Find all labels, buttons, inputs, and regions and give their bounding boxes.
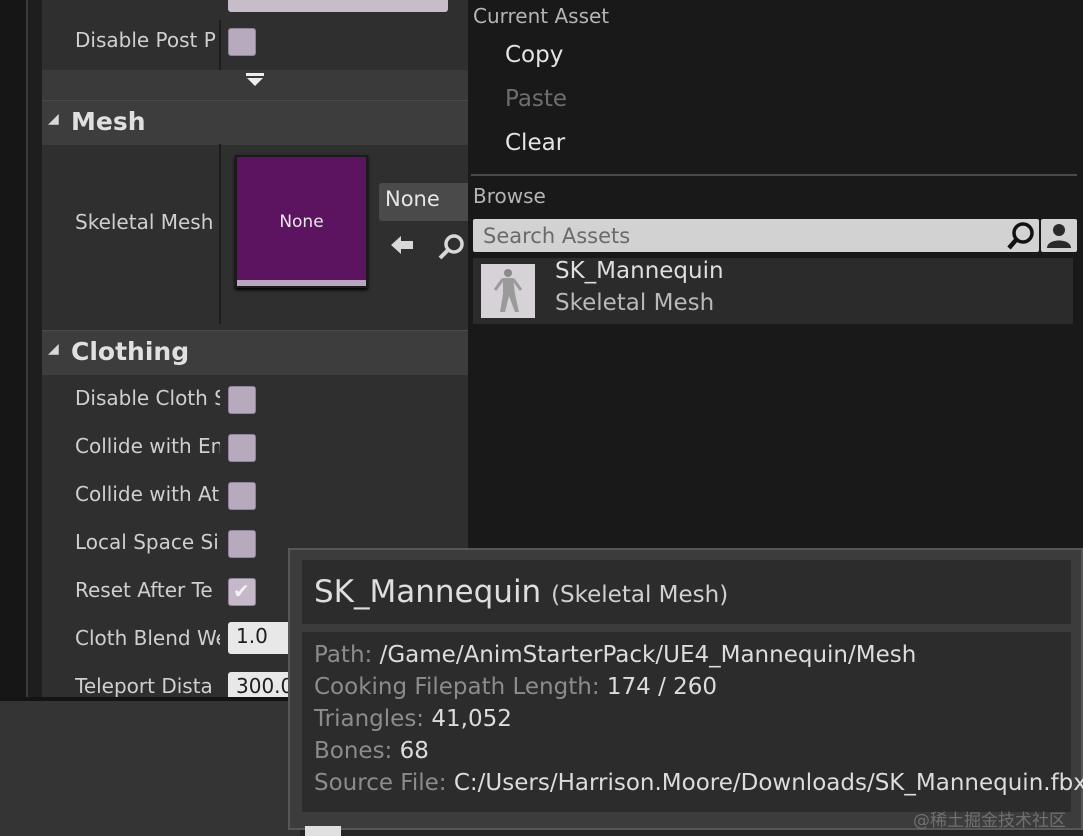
search-bar (473, 219, 1039, 252)
mesh-thumbnail[interactable]: None (235, 155, 368, 288)
info-bones: Bones: 68 (314, 738, 429, 764)
paste-menu-item[interactable]: Paste (505, 86, 567, 112)
search-input[interactable] (473, 219, 998, 252)
collapse-triangle-icon: ◢ (48, 341, 59, 357)
info-path: Path: /Game/AnimStarterPack/UE4_Mannequi… (314, 642, 917, 668)
thumbnail-label: None (279, 212, 324, 232)
asset-name: SK_Mannequin (555, 258, 724, 284)
property-label: Collide with En (75, 434, 220, 458)
search-icon[interactable] (1004, 219, 1038, 252)
property-label: Skeletal Mesh (75, 210, 214, 234)
browse-section-title: Browse (473, 184, 546, 208)
clear-menu-item[interactable]: Clear (505, 130, 565, 156)
tooltip-header: SK_Mannequin (Skeletal Mesh) (302, 560, 1071, 624)
collapse-triangle-icon: ◢ (48, 111, 59, 127)
category-title: Mesh (71, 107, 146, 136)
property-label: Teleport Dista (75, 674, 213, 697)
tooltip-asset-name: SK_Mannequin (314, 574, 542, 610)
local-space-sim-checkbox[interactable] (228, 530, 256, 558)
property-label: Collide with At (75, 482, 220, 506)
asset-result-item[interactable]: SK_Mannequin Skeletal Mesh (473, 258, 1073, 324)
column-divider (219, 20, 221, 70)
property-row-disable-cloth: Disable Cloth S (42, 376, 468, 424)
property-row-collide-attached: Collide with At (42, 472, 468, 520)
asset-type-color-bar (237, 280, 366, 286)
info-triangles: Triangles: 41,052 (314, 706, 512, 732)
disable-post-process-checkbox[interactable] (228, 28, 256, 56)
use-selected-arrow-icon[interactable] (389, 232, 415, 258)
asset-tooltip: SK_Mannequin (Skeletal Mesh) Path: /Game… (288, 548, 1083, 830)
asset-thumbnail (481, 264, 535, 318)
copy-menu-item[interactable]: Copy (505, 42, 563, 68)
property-row-disable-post-process: Disable Post P (42, 20, 468, 70)
panel-gutter (28, 0, 42, 697)
reset-after-teleport-checkbox[interactable] (228, 578, 256, 606)
property-row-collide-environment: Collide with En (42, 424, 468, 472)
user-filter-icon[interactable] (1041, 219, 1077, 252)
disable-cloth-checkbox[interactable] (228, 386, 256, 414)
previous-property-value[interactable] (228, 0, 448, 12)
column-divider (219, 144, 221, 324)
property-label: Local Space Si (75, 530, 219, 554)
asset-picker-menu: Current Asset Copy Paste Clear Browse SK… (468, 0, 1083, 548)
tooltip-title: SK_Mannequin (Skeletal Mesh) (314, 574, 728, 610)
category-title: Clothing (71, 337, 190, 366)
collide-attached-checkbox[interactable] (228, 482, 256, 510)
viewport-edge (0, 0, 28, 697)
property-label: Disable Cloth S (75, 386, 220, 410)
current-asset-section-title: Current Asset (473, 4, 610, 28)
info-source-file: Source File: C:/Users/Harrison.Moore/Dow… (314, 770, 1083, 796)
skeletal-mesh-combo[interactable]: None (379, 183, 468, 221)
section-separator (471, 174, 1077, 176)
property-label: Reset After Te (75, 578, 213, 602)
tooltip-asset-type: (Skeletal Mesh) (551, 582, 729, 608)
status-block (305, 826, 341, 836)
clothing-category-header[interactable]: ◢ Clothing (42, 330, 468, 375)
asset-type: Skeletal Mesh (555, 290, 715, 316)
bottom-panel (0, 697, 300, 836)
mesh-category-header[interactable]: ◢ Mesh (42, 100, 468, 145)
browse-magnifier-icon[interactable] (434, 232, 468, 260)
advanced-expand-icon[interactable] (242, 72, 268, 92)
property-label: Disable Post P (75, 28, 216, 52)
tooltip-body: Path: /Game/AnimStarterPack/UE4_Mannequi… (302, 632, 1083, 812)
watermark: @稀土掘金技术社区 (913, 811, 1066, 831)
collide-environment-checkbox[interactable] (228, 434, 256, 462)
info-cooking-length: Cooking Filepath Length: 174 / 260 (314, 674, 718, 700)
property-label: Cloth Blend We (75, 626, 220, 650)
